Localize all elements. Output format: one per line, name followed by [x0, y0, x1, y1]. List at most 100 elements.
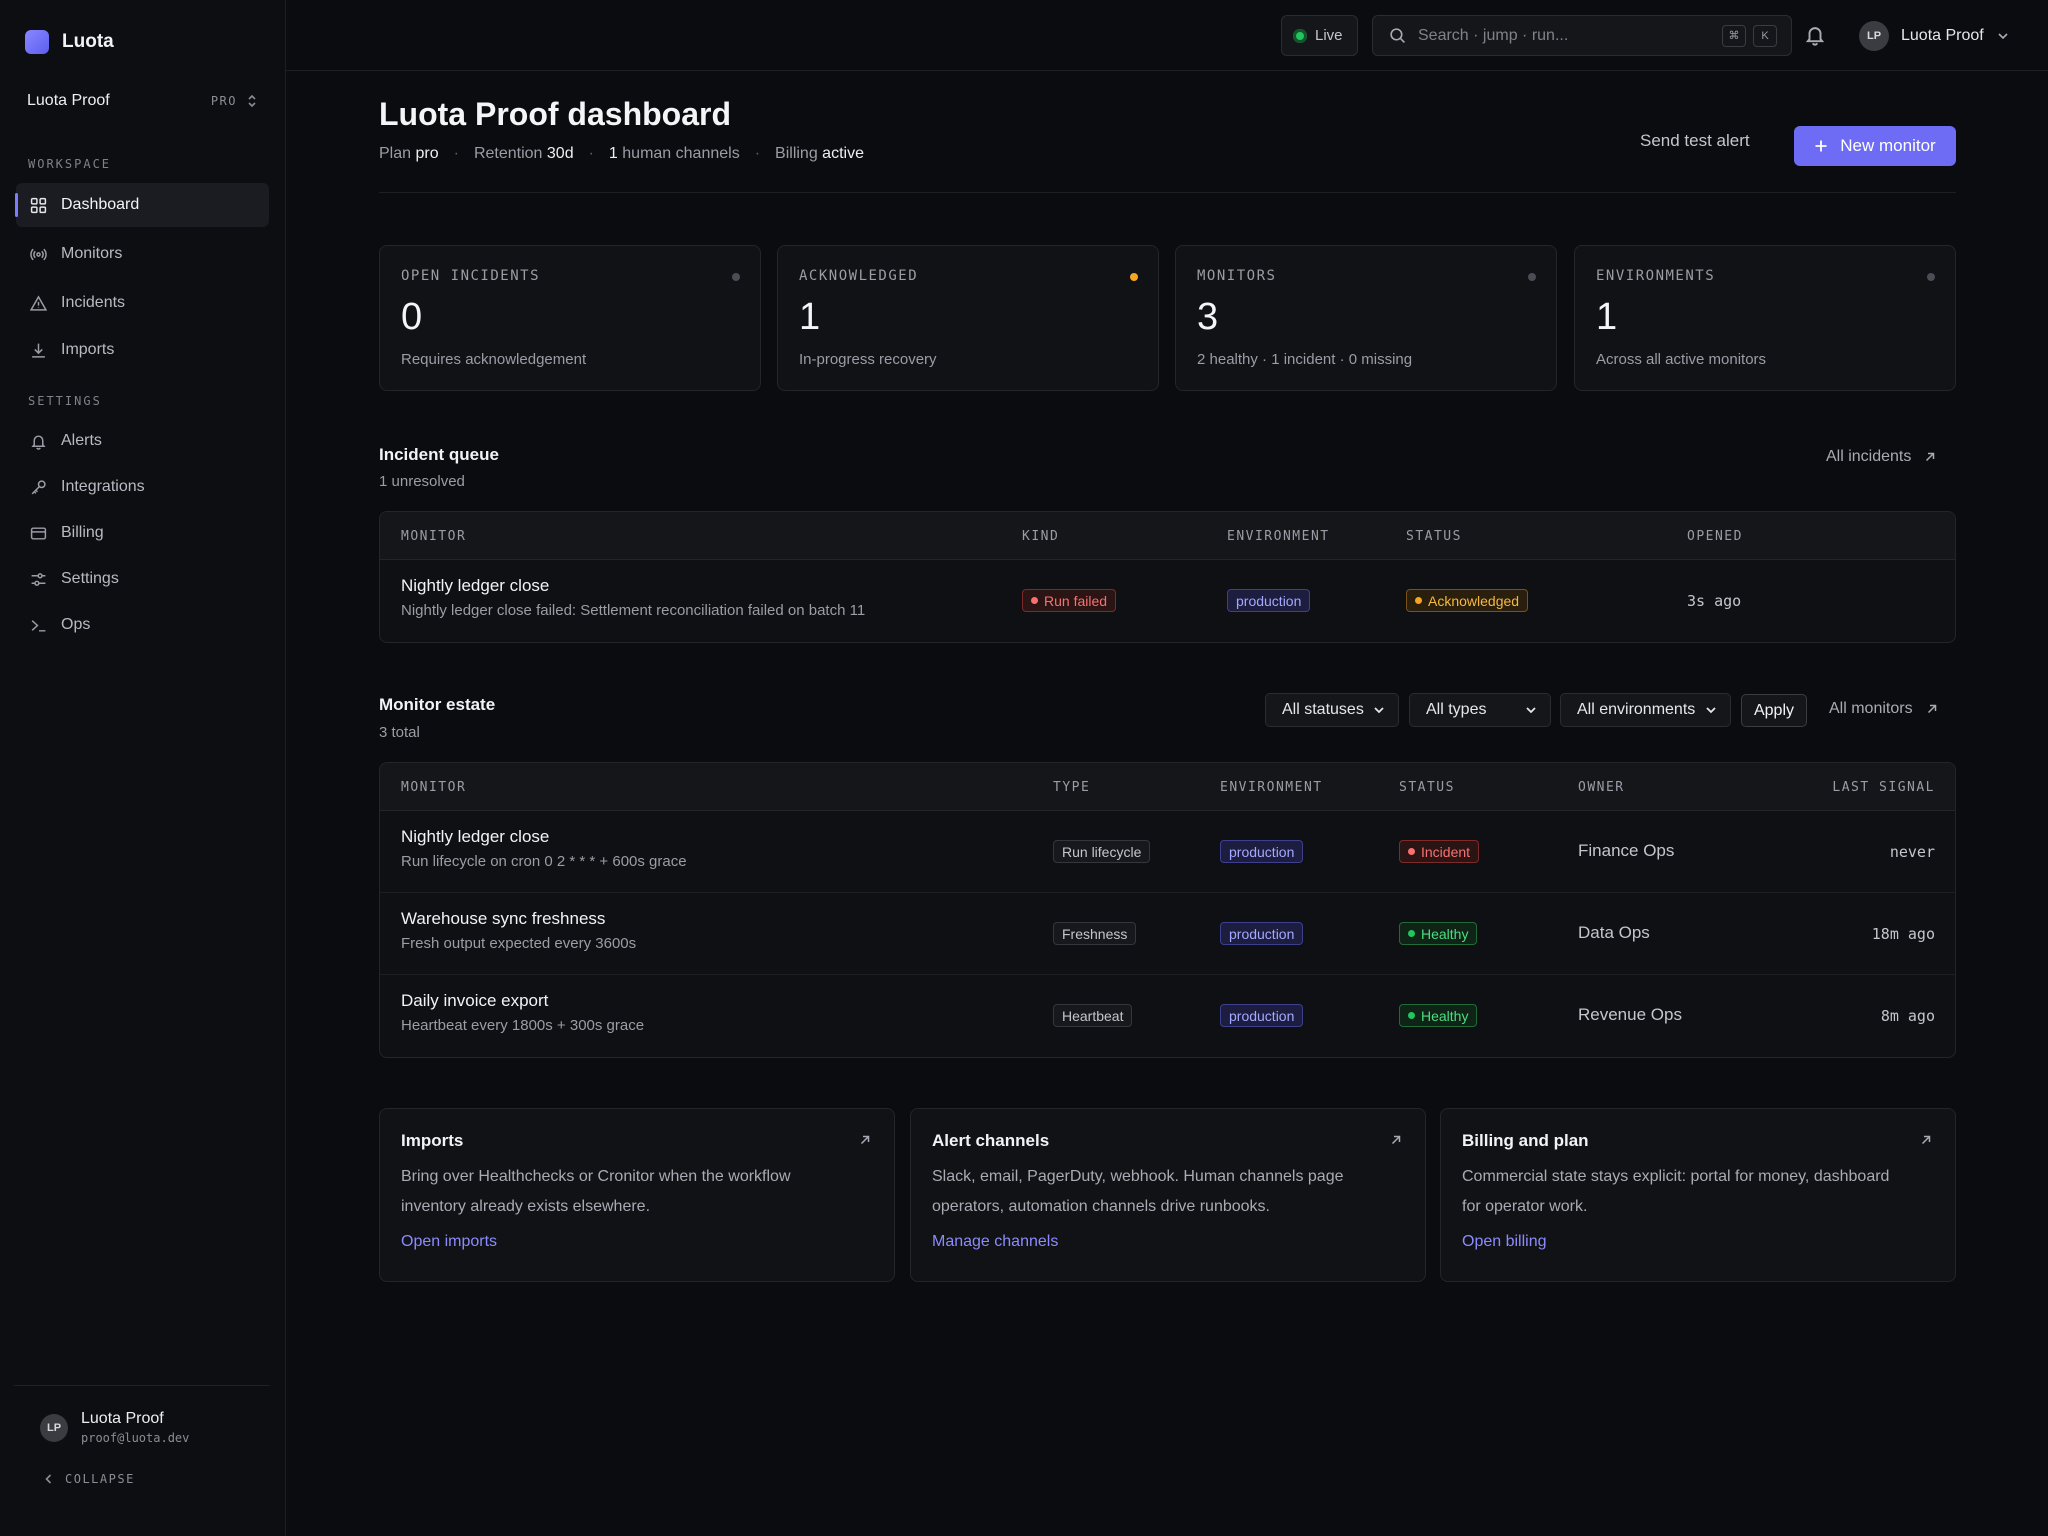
sidebar: Luota Luota Proof PRO WORKSPACE Dashboar… — [0, 0, 286, 1536]
monitor-status-cell: Healthy — [1399, 1004, 1478, 1027]
stat-value: 3 — [1197, 296, 1219, 338]
monitor-last-signal: 18m ago — [1871, 925, 1935, 943]
meta-billing: Billing active — [775, 145, 864, 163]
kbd-k: K — [1753, 24, 1777, 47]
monitor-name: Warehouse sync freshness — [401, 909, 606, 928]
collapse-label: COLLAPSE — [65, 1472, 135, 1486]
sidebar-item-dashboard[interactable]: Dashboard — [15, 183, 269, 227]
incident-monitor-cell: Nightly ledger close Nightly ledger clos… — [401, 576, 865, 619]
all-monitors-link[interactable]: All monitors — [1829, 700, 1939, 718]
chevron-down-icon — [1374, 707, 1384, 714]
card-title: Imports — [401, 1131, 464, 1150]
kbd-command: ⌘ — [1722, 24, 1746, 47]
sidebar-item-imports[interactable]: Imports — [16, 328, 269, 372]
sidebar-user[interactable]: LP Luota Proof proof@luota.dev — [40, 1410, 189, 1445]
monitor-owner: Finance Ops — [1578, 841, 1675, 860]
table-row[interactable]: Warehouse sync freshness Fresh output ex… — [380, 893, 1955, 975]
column-header: LAST SIGNAL — [1832, 780, 1935, 795]
workspace-switcher[interactable]: Luota Proof PRO — [27, 86, 257, 116]
notifications-bell-icon[interactable] — [1804, 24, 1826, 46]
badge-dot — [1408, 1012, 1415, 1019]
type-filter-value: All types — [1426, 701, 1487, 718]
chevron-left-icon — [45, 1474, 52, 1484]
status-label: Healthy — [1421, 1007, 1469, 1024]
send-test-alert-button[interactable]: Send test alert — [1640, 131, 1750, 151]
live-status-dot — [1293, 28, 1307, 43]
incident-detail: Nightly ledger close failed: Settlement … — [401, 602, 866, 619]
arrow-up-right-icon — [1927, 704, 1936, 714]
sidebar-item-label: Incidents — [61, 294, 126, 311]
stat-status-dot — [1528, 273, 1536, 281]
monitor-environment-cell: production — [1220, 1004, 1304, 1027]
monitor-environment-cell: production — [1220, 840, 1304, 863]
sidebar-item-billing[interactable]: Billing — [16, 511, 269, 555]
warning-icon — [30, 294, 47, 311]
stat-acknowledged: ACKNOWLEDGED 1 In-progress recovery — [777, 245, 1159, 391]
sidebar-item-incidents[interactable]: Incidents — [16, 281, 269, 325]
status-badge: Healthy — [1399, 922, 1478, 945]
luota-logo-icon — [25, 30, 49, 54]
sidebar-item-alerts[interactable]: Alerts — [16, 419, 269, 463]
incident-opened: 3s ago — [1687, 592, 1742, 610]
section-label-workspace: WORKSPACE — [28, 157, 112, 171]
type-filter-select[interactable]: All types — [1409, 693, 1551, 727]
brand[interactable]: Luota — [25, 30, 114, 54]
terminal-icon — [31, 619, 46, 632]
sidebar-item-label: Ops — [61, 616, 91, 633]
meta-retention-label: Retention — [473, 145, 543, 162]
arrow-up-right-icon[interactable] — [1919, 1133, 1933, 1147]
status-filter-select[interactable]: All statuses — [1265, 693, 1399, 727]
search-input[interactable]: Search · jump · run... ⌘ K — [1372, 15, 1792, 56]
monitor-detail: Fresh output expected every 3600s — [401, 935, 637, 952]
status-badge: Incident — [1399, 840, 1480, 863]
environment-filter-select[interactable]: All environments — [1560, 693, 1731, 727]
sidebar-item-label: Monitors — [61, 245, 123, 262]
monitor-name: Nightly ledger close — [401, 827, 550, 846]
sidebar-item-monitors[interactable]: Monitors — [16, 232, 269, 276]
monitor-detail: Run lifecycle on cron 0 2 * * * + 600s g… — [401, 853, 687, 870]
user-menu[interactable]: LP Luota Proof — [1859, 21, 2010, 51]
column-header: OPENED — [1687, 529, 1743, 544]
open-billing-link[interactable]: Open billing — [1462, 1233, 1547, 1251]
new-monitor-button[interactable]: New monitor — [1794, 126, 1956, 166]
manage-channels-link[interactable]: Manage channels — [932, 1233, 1058, 1251]
type-badge: Heartbeat — [1053, 1004, 1133, 1027]
sidebar-item-settings[interactable]: Settings — [16, 557, 269, 601]
arrow-up-right-icon[interactable] — [858, 1133, 872, 1147]
table-row[interactable]: Nightly ledger close Run lifecycle on cr… — [380, 811, 1955, 893]
column-header: ENVIRONMENT — [1227, 529, 1330, 544]
apply-filters-button[interactable]: Apply — [1741, 694, 1807, 727]
download-icon — [32, 343, 45, 358]
sidebar-item-label: Alerts — [61, 432, 102, 449]
all-monitors-label: All monitors — [1829, 700, 1913, 717]
status-badge: Healthy — [1399, 1004, 1478, 1027]
stat-subtitle: In-progress recovery — [799, 351, 937, 368]
badge-dot — [1415, 597, 1422, 604]
meta-channels-label: human channels — [622, 145, 740, 162]
stat-subtitle: 2 healthy · 1 incident · 0 missing — [1197, 351, 1413, 368]
sidebar-item-label: Integrations — [61, 478, 145, 495]
table-row[interactable]: Daily invoice export Heartbeat every 180… — [380, 975, 1955, 1057]
collapse-button[interactable]: COLLAPSE — [44, 1472, 135, 1486]
user-menu-name: Luota Proof — [1901, 27, 1984, 44]
live-label: Live — [1315, 27, 1343, 44]
stat-label: MONITORS — [1197, 268, 1277, 284]
environment-badge: production — [1220, 922, 1304, 945]
workspace-name: Luota Proof — [27, 92, 110, 109]
stat-open-incidents: OPEN INCIDENTS 0 Requires acknowledgemen… — [379, 245, 761, 391]
sidebar-item-ops[interactable]: Ops — [16, 603, 269, 647]
live-indicator[interactable]: Live — [1281, 15, 1358, 56]
all-incidents-link[interactable]: All incidents — [1826, 448, 1937, 466]
sidebar-item-integrations[interactable]: Integrations — [16, 465, 269, 509]
bell-icon — [31, 434, 46, 450]
column-header: STATUS — [1399, 780, 1455, 795]
stat-label: OPEN INCIDENTS — [401, 268, 541, 284]
open-imports-link[interactable]: Open imports — [401, 1233, 497, 1251]
arrow-up-right-icon[interactable] — [1389, 1133, 1403, 1147]
meta-retention-value: 30d — [546, 145, 574, 162]
table-row[interactable]: Nightly ledger close Nightly ledger clos… — [380, 560, 1955, 642]
status-label: Acknowledged — [1428, 592, 1520, 609]
badge-dot — [1031, 597, 1038, 604]
meta-billing-value: active — [822, 145, 864, 162]
all-incidents-label: All incidents — [1826, 448, 1912, 465]
